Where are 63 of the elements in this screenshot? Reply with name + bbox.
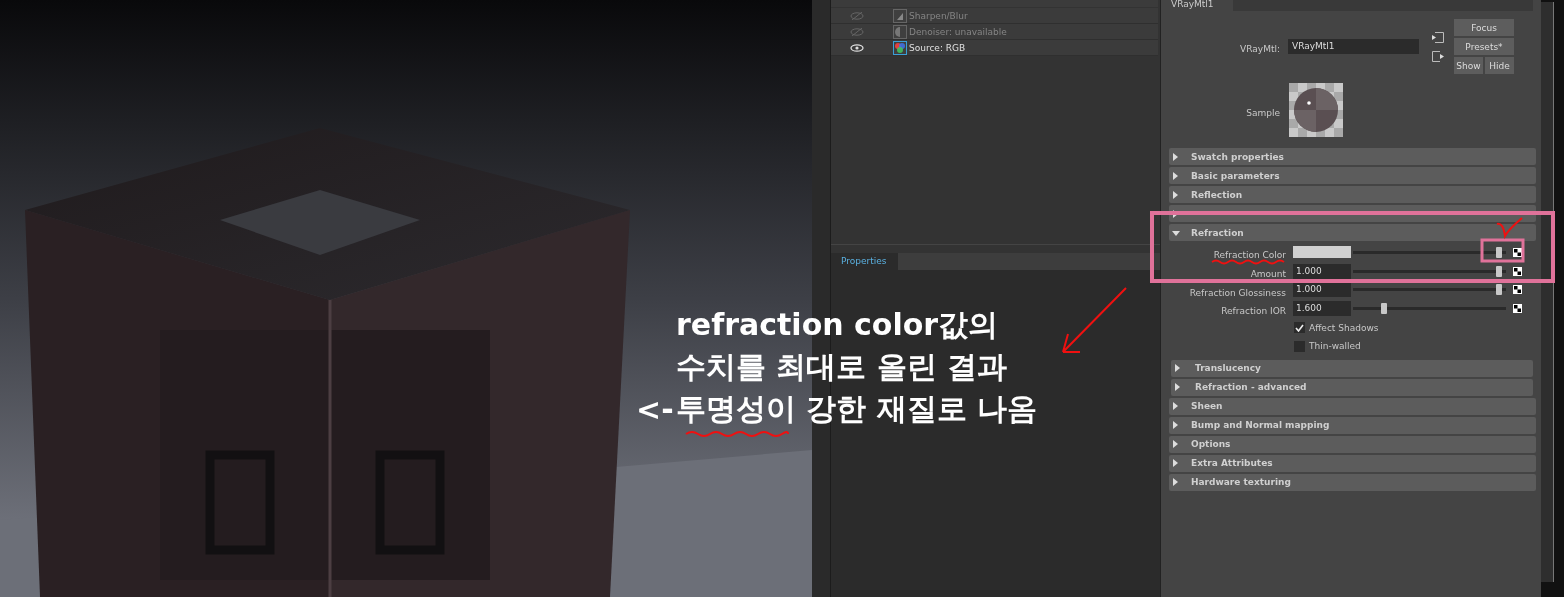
bracket-arrow-icon[interactable] [1432, 31, 1444, 43]
editor-button[interactable]: Focus [1454, 19, 1514, 36]
annotation-text: 투명성이 강한 재질로 나옴 [676, 389, 1038, 428]
collapsed-triangle-icon [1172, 421, 1180, 430]
number-field[interactable]: 1.600 [1293, 301, 1351, 317]
collapsed-triangle-icon [1172, 478, 1180, 487]
section-header[interactable]: Translucency [1171, 359, 1533, 377]
eye-icon[interactable] [850, 43, 864, 52]
annotation-text: 수치를 최대로 올린 결과 [676, 347, 1008, 386]
attribute-label: Refraction IOR [1221, 306, 1286, 317]
attribute-label: Refraction Glossiness [1189, 287, 1286, 298]
annotation-text: refraction color값의 [676, 305, 999, 344]
bracket-arrow-icon[interactable] [1432, 50, 1444, 62]
checkbox-label: Thin-walled [1309, 341, 1361, 352]
name-field[interactable]: VRayMtl1 [1288, 39, 1419, 54]
section-header[interactable]: Options [1169, 435, 1536, 453]
annotation-arrow: <- [636, 391, 675, 427]
collapsed-triangle-icon [1174, 364, 1182, 373]
field-label: VRayMtl: [1240, 44, 1280, 54]
section-header[interactable]: Extra Attributes [1169, 454, 1536, 472]
check-icon [1295, 323, 1304, 332]
checkbox[interactable] [1294, 322, 1305, 334]
pointer-arrow [1062, 287, 1127, 353]
section-header[interactable]: Bump and Normal mapping [1169, 416, 1536, 434]
checker-map-icon[interactable] [1513, 247, 1522, 257]
material-swatch [1289, 83, 1343, 137]
collapsed-triangle-icon [1172, 152, 1180, 161]
collapsed-triangle-icon [1172, 171, 1180, 180]
collapsed-triangle-icon [1172, 402, 1180, 411]
editor-button[interactable]: Hide [1485, 57, 1514, 74]
editor-button[interactable]: Presets* [1454, 38, 1514, 55]
section-header[interactable]: Swatch properties [1169, 148, 1536, 165]
attribute-label: Amount [1250, 268, 1286, 279]
slider-thumb[interactable] [1495, 246, 1502, 258]
section-header[interactable]: Hardware texturing [1169, 473, 1536, 491]
attribute-label: Refraction Color [1213, 249, 1286, 260]
properties-tab[interactable]: Properties [831, 253, 899, 270]
collapsed-triangle-icon [1172, 440, 1180, 449]
checker-map-icon[interactable] [1513, 304, 1522, 314]
section-header[interactable]: Basic parameters [1169, 167, 1536, 184]
section-header[interactable]: Refraction [1169, 224, 1536, 241]
checkbox-label: Affect Shadows [1309, 322, 1379, 333]
checkbox[interactable] [1294, 340, 1305, 352]
field-label: Sample [1246, 107, 1280, 118]
slider-thumb[interactable] [1495, 265, 1502, 277]
effect-label[interactable]: Sharpen/Blur [909, 10, 968, 21]
collapsed-triangle-icon [1172, 190, 1180, 199]
collapsed-triangle-icon [1174, 383, 1182, 392]
section-header[interactable]: Sheen [1169, 397, 1536, 415]
collapsed-triangle-icon [1172, 459, 1180, 468]
slider-thumb[interactable] [1495, 284, 1502, 296]
expanded-triangle-icon [1172, 228, 1180, 237]
checker-map-icon[interactable] [1513, 285, 1522, 295]
section-header[interactable]: Refraction - advanced [1171, 378, 1533, 396]
checker-map-icon[interactable] [1513, 266, 1522, 276]
number-field[interactable]: 1.000 [1293, 263, 1351, 279]
slider-thumb[interactable] [1380, 303, 1387, 315]
check-mark [1496, 217, 1523, 237]
editor-button[interactable]: Show [1454, 57, 1483, 74]
section-header[interactable]: Reflection [1169, 186, 1536, 203]
effect-label[interactable]: Source: RGB [909, 42, 966, 53]
dock-tab-strip[interactable] [1541, 2, 1554, 582]
color-swatch[interactable] [1293, 246, 1351, 259]
